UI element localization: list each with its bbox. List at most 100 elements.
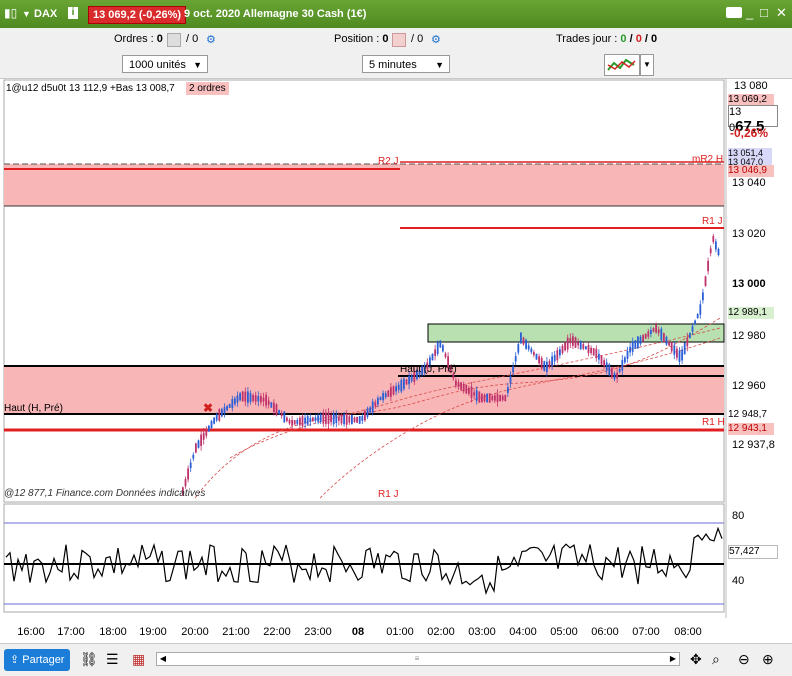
candle (522, 337, 525, 345)
chevron-down-icon[interactable]: ▼ (22, 9, 31, 19)
list-icon[interactable]: ☰ (106, 651, 119, 668)
time-tick: 20:00 (181, 626, 209, 638)
candle (647, 331, 650, 337)
time-tick: 21:00 (222, 626, 250, 638)
candle (478, 391, 481, 403)
candle (579, 340, 582, 350)
price-box: 12 989,1 (728, 307, 774, 319)
time-tick: 03:00 (468, 626, 496, 638)
candle (247, 391, 249, 403)
candle (634, 340, 637, 349)
candle (366, 408, 369, 417)
table-icon[interactable]: ▦ (132, 651, 145, 668)
candle (572, 336, 574, 346)
candle (351, 415, 353, 425)
chevron-down-icon[interactable]: ▼ (640, 54, 654, 76)
minimize-icon[interactable]: _ (746, 5, 753, 20)
candle (283, 411, 286, 423)
candle (379, 396, 382, 401)
close-icon[interactable]: ✕ (776, 5, 787, 21)
candle (395, 386, 397, 392)
candle (504, 395, 507, 401)
symbol-label[interactable]: DAX (34, 8, 57, 20)
candle (356, 416, 358, 423)
candle (637, 336, 639, 349)
candle (629, 346, 631, 353)
link-icon[interactable]: ⛓ (80, 651, 98, 668)
cancel-orders-icon[interactable] (167, 33, 181, 47)
label-r2j: R2 J (378, 156, 399, 167)
candle (486, 393, 488, 403)
candle (665, 336, 668, 345)
resistance-zone-lower (4, 366, 724, 414)
candle (538, 356, 540, 364)
candle (465, 384, 468, 394)
candle (241, 391, 244, 402)
candle (257, 396, 260, 402)
scroll-right-icon[interactable]: ▶ (667, 653, 679, 665)
candle (309, 417, 312, 422)
chart-info-text: 1@u12 d5u0t 13 112,9 +Bas 13 008,7 (6, 83, 175, 94)
candle (252, 394, 254, 401)
chart-settings-bar: 1000 unités ▼ 5 minutes ▼ ▼ (0, 52, 792, 79)
candle (265, 394, 267, 406)
keyboard-icon[interactable] (726, 7, 742, 18)
candle (223, 407, 226, 414)
settings-icon[interactable]: ⚙ (206, 33, 216, 46)
orders-badge[interactable]: 2 ordres (186, 82, 229, 95)
candle (442, 345, 444, 352)
close-position-icon[interactable] (392, 33, 406, 47)
candle (189, 462, 192, 469)
candle (213, 417, 215, 424)
chart-area[interactable]: ✖ 1@u12 d5u0t 13 112,9 +Bas 13 008,7 2 o… (0, 78, 792, 643)
candle (358, 416, 361, 424)
candle (603, 360, 605, 367)
current-price-box: 13 067,5 (728, 105, 778, 135)
candle (608, 364, 611, 376)
cross-marker-icon[interactable]: ✖ (203, 401, 213, 415)
price-tick: 12 980 (732, 330, 766, 342)
candle (460, 382, 462, 390)
units-select[interactable]: 1000 unités ▼ (122, 55, 208, 73)
maximize-icon[interactable]: □ (760, 5, 768, 20)
scroll-thumb[interactable]: ≡ (387, 654, 447, 664)
candle (439, 340, 442, 348)
candle (327, 412, 330, 425)
candle (543, 361, 546, 372)
chart-icon[interactable]: ▮▯ (4, 6, 17, 20)
candle (592, 348, 595, 356)
position-label: Position : 0 (334, 33, 389, 45)
candle (296, 420, 299, 424)
candle (470, 386, 473, 399)
candle (348, 416, 351, 423)
zoom-out-icon[interactable]: ⊖ (738, 651, 750, 668)
candle (226, 406, 228, 411)
interval-select[interactable]: 5 minutes ▼ (362, 55, 450, 73)
candle (187, 468, 189, 480)
chart-type-icon[interactable] (604, 54, 640, 76)
candle (683, 342, 686, 355)
candle (496, 394, 499, 402)
settings-icon[interactable]: ⚙ (431, 33, 441, 46)
zoom-fit-icon[interactable]: ⌕ (712, 651, 720, 668)
time-tick: 08:00 (674, 626, 702, 638)
candle (483, 394, 486, 402)
candle (278, 409, 280, 415)
candle (270, 402, 273, 408)
horizontal-scrollbar[interactable]: ◀ ≡ ▶ (156, 652, 680, 666)
candle (577, 342, 579, 346)
candle (387, 390, 390, 397)
candle (184, 479, 187, 487)
zoom-in-icon[interactable]: ⊕ (762, 651, 774, 668)
info-icon[interactable]: i (68, 7, 78, 19)
candle (288, 419, 291, 424)
candle (369, 407, 371, 413)
price-tick: 13 020 (732, 228, 766, 240)
scroll-left-icon[interactable]: ◀ (157, 653, 169, 665)
indicator-tick: 40 (732, 575, 745, 587)
candle (514, 356, 517, 362)
candle (696, 313, 699, 319)
candle (431, 353, 434, 361)
share-button[interactable]: ⇪ Partager (4, 649, 71, 671)
crosshair-icon[interactable]: ✥ (690, 651, 702, 668)
